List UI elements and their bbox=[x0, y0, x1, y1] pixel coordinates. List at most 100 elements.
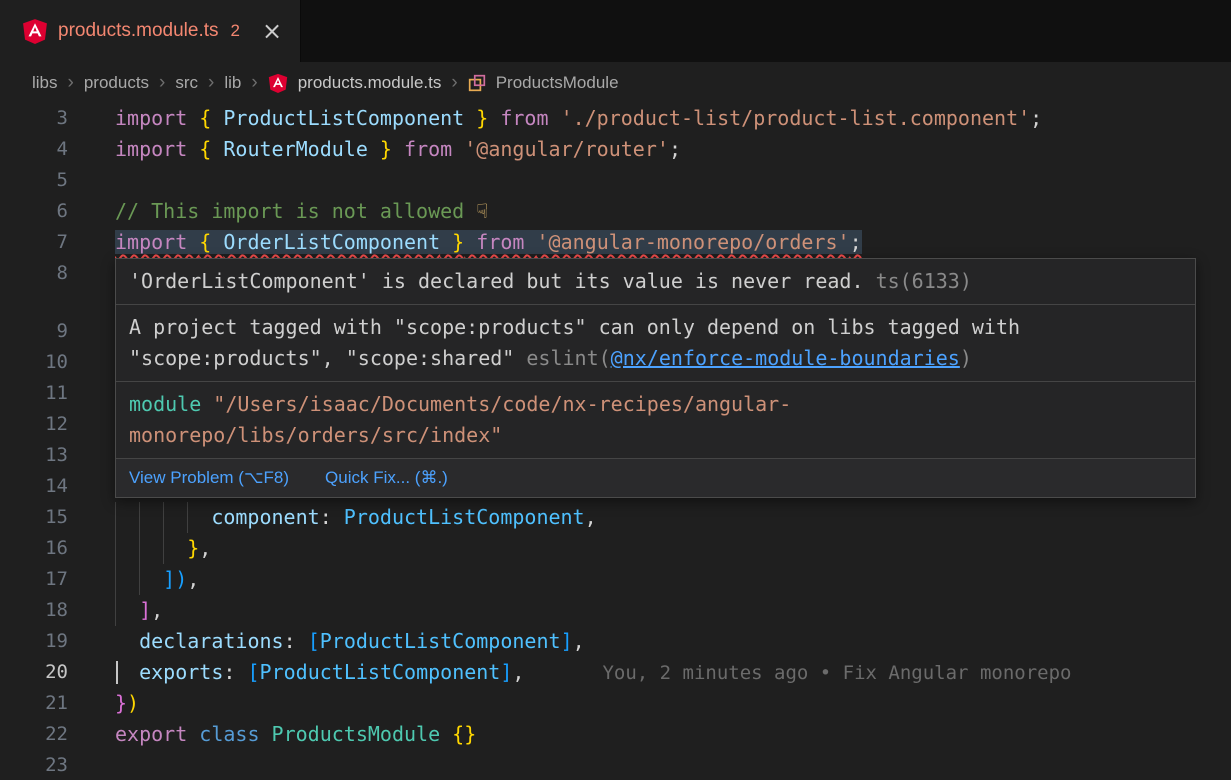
line-number[interactable]: 14 bbox=[0, 471, 68, 502]
line-number[interactable]: 22 bbox=[0, 719, 68, 750]
breadcrumb-symbol[interactable]: ProductsModule bbox=[496, 73, 619, 93]
editor-line-row: 18], bbox=[0, 595, 1231, 626]
eslint-rule-link[interactable]: @nx/enforce-module-boundaries bbox=[611, 346, 960, 370]
code-token: ; bbox=[1030, 106, 1042, 130]
code-token: ProductListComponent bbox=[344, 505, 585, 529]
code-line-5[interactable] bbox=[68, 165, 1231, 196]
code-token: , bbox=[512, 660, 524, 684]
line-number[interactable]: 7 bbox=[0, 227, 68, 258]
code-line-15[interactable]: component: ProductListComponent, bbox=[68, 502, 1231, 533]
code-token: ; bbox=[669, 137, 681, 161]
breadcrumb-file[interactable]: products.module.ts bbox=[298, 73, 442, 93]
code-token: , bbox=[187, 567, 199, 591]
quick-fix-button[interactable]: Quick Fix... (⌘.) bbox=[325, 468, 448, 488]
code-token: , bbox=[199, 536, 211, 560]
code-line-18[interactable]: ], bbox=[68, 595, 1231, 626]
code-line-4[interactable]: import { RouterModule } from '@angular/r… bbox=[68, 134, 1231, 165]
code-line-22[interactable]: export class ProductsModule {} bbox=[68, 719, 1231, 750]
line-number[interactable]: 12 bbox=[0, 409, 68, 440]
line-number[interactable]: 21 bbox=[0, 688, 68, 719]
cursor-caret bbox=[116, 661, 118, 684]
git-blame-annotation: You, 2 minutes ago • Fix Angular monorep… bbox=[602, 662, 1071, 684]
line-number[interactable]: 3 bbox=[0, 103, 68, 134]
tab-products-module[interactable]: products.module.ts 2 × bbox=[0, 0, 301, 62]
code-line-19[interactable]: declarations: [ProductListComponent], bbox=[68, 626, 1231, 657]
indent-guide bbox=[115, 533, 139, 564]
code-line-23[interactable] bbox=[68, 750, 1231, 780]
code-token: from bbox=[464, 230, 536, 254]
code-token: exports bbox=[139, 660, 223, 684]
code-token: {} bbox=[452, 722, 476, 746]
breadcrumb-src[interactable]: src bbox=[175, 73, 198, 93]
code-line-6[interactable]: // This import is not allowed ☟ bbox=[68, 196, 1231, 227]
code-line-21[interactable]: }) bbox=[68, 688, 1231, 719]
line-number[interactable]: 10 bbox=[0, 347, 68, 378]
code-token: : bbox=[320, 505, 344, 529]
line-number[interactable]: 9 bbox=[0, 316, 68, 347]
code-token: class bbox=[199, 722, 271, 746]
breadcrumb-lib[interactable]: lib bbox=[224, 73, 241, 93]
code-text: // This import is not allowed ☟ bbox=[115, 199, 488, 223]
code-text: exports: [ProductListComponent], bbox=[115, 660, 524, 684]
breadcrumb: libs › products › src › lib › products.m… bbox=[0, 62, 1231, 103]
hover-module-info: module "/Users/isaac/Documents/code/nx-r… bbox=[116, 382, 1195, 458]
line-number[interactable]: 17 bbox=[0, 564, 68, 595]
tab-problems-badge: 2 bbox=[231, 21, 240, 41]
indent-guide bbox=[115, 502, 139, 533]
breadcrumb-products[interactable]: products bbox=[84, 73, 149, 93]
indent-guide bbox=[163, 502, 187, 533]
line-number[interactable]: 6 bbox=[0, 196, 68, 227]
editor-line-row: 3 import { ProductListComponent } from '.… bbox=[0, 103, 1231, 134]
module-keyword: module bbox=[129, 392, 201, 416]
code-token: } bbox=[187, 536, 199, 560]
code-text: component: ProductListComponent, bbox=[211, 505, 596, 529]
line-number[interactable]: 8 bbox=[0, 258, 68, 289]
code-token: '@angular-monorepo/orders' bbox=[536, 230, 849, 254]
code-text: declarations: [ProductListComponent], bbox=[115, 629, 585, 653]
line-number[interactable]: 11 bbox=[0, 378, 68, 409]
code-token: OrderListComponent bbox=[223, 230, 440, 254]
tab-title: products.module.ts bbox=[58, 20, 219, 42]
tab-close-icon[interactable]: × bbox=[262, 19, 282, 43]
line-number[interactable]: 23 bbox=[0, 750, 68, 780]
code-line-7[interactable]: import { OrderListComponent } from '@ang… bbox=[68, 227, 1231, 258]
breadcrumb-separator: › bbox=[208, 72, 214, 94]
line-number[interactable]: 13 bbox=[0, 440, 68, 471]
code-line-20[interactable]: exports: [ProductListComponent], You, 2 m… bbox=[68, 657, 1231, 688]
hover-eslint-diagnostic: A project tagged with "scope:products" c… bbox=[116, 305, 1195, 381]
indent-guide bbox=[139, 502, 163, 533]
eslint-message-line2: "scope:products", "scope:shared" bbox=[129, 346, 514, 370]
code-token: ] bbox=[561, 629, 573, 653]
breadcrumb-libs[interactable]: libs bbox=[32, 73, 58, 93]
code-text: import { RouterModule } from '@angular/r… bbox=[115, 137, 681, 161]
module-symbol-icon bbox=[468, 74, 486, 92]
code-line-3[interactable]: import { ProductListComponent } from './… bbox=[68, 103, 1231, 134]
code-token: ProductListComponent bbox=[260, 660, 501, 684]
line-number[interactable]: 18 bbox=[0, 595, 68, 626]
editor-line-row: 15 component: ProductListComponent, bbox=[0, 502, 1231, 533]
line-number[interactable]: 4 bbox=[0, 134, 68, 165]
line-number[interactable]: 20 bbox=[0, 657, 68, 688]
code-token: [ bbox=[247, 660, 259, 684]
view-problem-button[interactable]: View Problem (⌥F8) bbox=[129, 468, 289, 488]
code-token: } bbox=[368, 137, 392, 161]
indent-guide bbox=[163, 533, 187, 564]
code-token: ] bbox=[500, 660, 512, 684]
code-token: import bbox=[115, 230, 199, 254]
line-number[interactable]: 16 bbox=[0, 533, 68, 564]
code-line-17[interactable]: ]), bbox=[68, 564, 1231, 595]
breadcrumb-separator: › bbox=[159, 72, 165, 94]
line-number[interactable]: 19 bbox=[0, 626, 68, 657]
code-line-16[interactable]: }, bbox=[68, 533, 1231, 564]
code-token: } bbox=[115, 691, 127, 715]
editor-line-row: 20 exports: [ProductListComponent], You, … bbox=[0, 657, 1231, 688]
code-token: ProductsModule bbox=[272, 722, 453, 746]
code-token: './product-list/product-list.component' bbox=[561, 106, 1031, 130]
code-token: , bbox=[585, 505, 597, 529]
hover-popup: 'OrderListComponent' is declared but its… bbox=[115, 258, 1196, 498]
line-number[interactable]: 15 bbox=[0, 502, 68, 533]
line-number[interactable]: 5 bbox=[0, 165, 68, 196]
eslint-message-line1: A project tagged with "scope:products" c… bbox=[129, 315, 1020, 339]
code-text: import { ProductListComponent } from './… bbox=[115, 106, 1042, 130]
code-editor[interactable]: 3 import { ProductListComponent } from '.… bbox=[0, 103, 1231, 780]
